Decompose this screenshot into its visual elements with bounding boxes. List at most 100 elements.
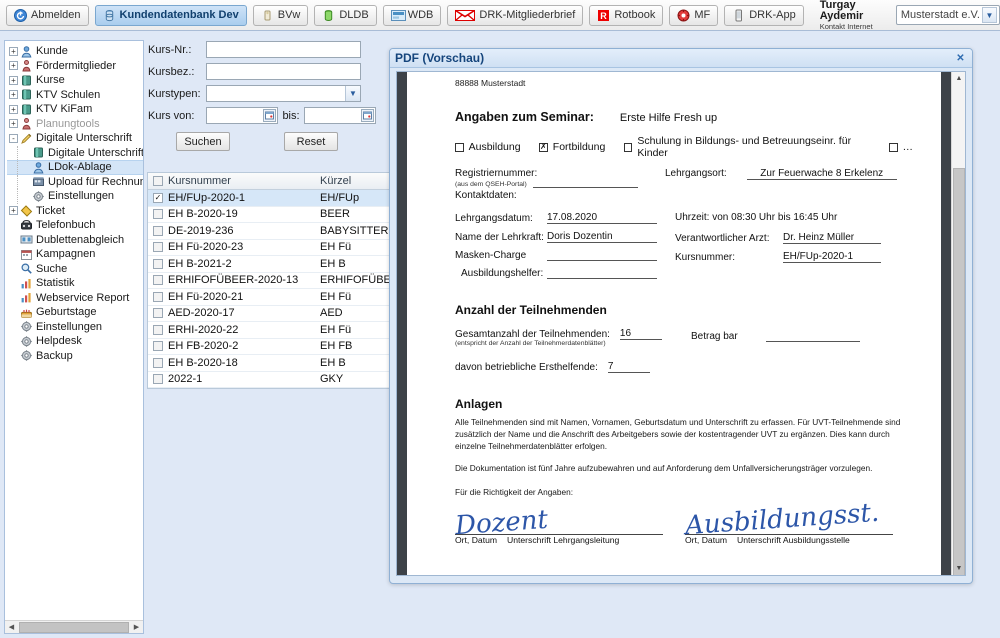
- calendar-icon[interactable]: [263, 109, 276, 122]
- tree-item-backup[interactable]: Backup: [7, 349, 143, 364]
- tree-item-webservice-report[interactable]: Webservice Report: [7, 291, 143, 306]
- toolbar-button-drk-app[interactable]: DRK-App: [724, 5, 803, 26]
- table-row[interactable]: DE-2019-236BABYSITTER: [148, 223, 395, 240]
- table-row[interactable]: EH B-2020-19BEER: [148, 207, 395, 224]
- tree-item-ldok-ablage[interactable]: LDok-Ablage: [7, 160, 143, 175]
- checkbox-ausbildung[interactable]: [455, 143, 464, 152]
- row-checkbox-cell[interactable]: [148, 358, 168, 368]
- toolbar-button-mf[interactable]: MF: [669, 5, 718, 26]
- row-checkbox[interactable]: [153, 209, 163, 219]
- row-checkbox-cell[interactable]: [148, 209, 168, 219]
- row-checkbox[interactable]: [153, 308, 163, 318]
- registriernummer-value[interactable]: [533, 179, 638, 188]
- collapse-toggle-icon[interactable]: -: [9, 134, 18, 143]
- table-row[interactable]: 2022-1GKY: [148, 372, 395, 389]
- betrag-value[interactable]: [766, 331, 860, 342]
- kurstypen-select[interactable]: ▼: [206, 85, 361, 102]
- grid-select-all-cell[interactable]: [148, 176, 168, 186]
- row-checkbox-cell[interactable]: ✓: [148, 193, 168, 203]
- checkbox-fortbildung[interactable]: ✗: [539, 143, 548, 152]
- kursnummer-value[interactable]: EH/FUp-2020-1: [783, 251, 881, 263]
- tree-item-telefonbuch[interactable]: Telefonbuch: [7, 218, 143, 233]
- calendar-icon[interactable]: [361, 109, 374, 122]
- lehrgangsort-value[interactable]: Zur Feuerwache 8 Erkelenz: [747, 168, 897, 180]
- tree-item-upload-f-r-rechnungen[interactable]: Upload für Rechnungen: [7, 175, 143, 190]
- tree-item-ktv-schulen[interactable]: +KTV Schulen: [7, 88, 143, 103]
- ausbildungshelfer-value[interactable]: [547, 268, 657, 279]
- expand-toggle-icon[interactable]: +: [9, 47, 18, 56]
- expand-toggle-icon[interactable]: +: [9, 206, 18, 215]
- table-row[interactable]: ✓EH/FUp-2020-1EH/FUp: [148, 190, 395, 207]
- row-checkbox-cell[interactable]: [148, 325, 168, 335]
- expand-toggle-icon[interactable]: +: [9, 90, 18, 99]
- tree-item-statistik[interactable]: Statistik: [7, 276, 143, 291]
- toolbar-button-bvw[interactable]: BVw: [253, 5, 309, 26]
- row-checkbox-cell[interactable]: [148, 341, 168, 351]
- tree-item-suche[interactable]: Suche: [7, 262, 143, 277]
- table-row[interactable]: EH B-2020-18EH B: [148, 355, 395, 372]
- pdf-vertical-scrollbar[interactable]: ▲ ▼: [951, 72, 965, 575]
- grid-column-kursnummer[interactable]: Kursnummer: [168, 175, 320, 187]
- tree-item-planungtools[interactable]: +Planungtools: [7, 117, 143, 132]
- toolbar-button-dldb[interactable]: DLDB: [314, 5, 376, 26]
- row-checkbox[interactable]: [153, 275, 163, 285]
- row-checkbox[interactable]: [153, 341, 163, 351]
- tree-item-einstellungen[interactable]: Einstellungen: [7, 189, 143, 204]
- row-checkbox[interactable]: [153, 292, 163, 302]
- row-checkbox[interactable]: [153, 226, 163, 236]
- tree-item-kunde[interactable]: +Kunde: [7, 44, 143, 59]
- reset-button[interactable]: Reset: [284, 132, 338, 151]
- toolbar-button-kundendatenbank[interactable]: Kundendatenbank Dev: [95, 5, 247, 26]
- scroll-thumb[interactable]: [953, 168, 965, 576]
- toolbar-button-wdb[interactable]: WDB: [383, 5, 442, 26]
- scroll-up-arrow[interactable]: ▲: [952, 72, 966, 85]
- tree-item-kampagnen[interactable]: Kampagnen: [7, 247, 143, 262]
- table-row[interactable]: ERHIFOFÜBEER-2020-13ERHIFOFÜBEER: [148, 273, 395, 290]
- tree-item-digitale-unterschrift[interactable]: -Digitale Unterschrift: [7, 131, 143, 146]
- arzt-value[interactable]: Dr. Heinz Müller: [783, 232, 881, 244]
- kursnr-input[interactable]: [206, 41, 361, 58]
- checkbox-other[interactable]: [889, 143, 898, 152]
- row-checkbox[interactable]: ✓: [153, 193, 163, 203]
- tree-item-kurse[interactable]: +Kurse: [7, 73, 143, 88]
- row-checkbox[interactable]: [153, 325, 163, 335]
- scroll-thumb[interactable]: [19, 622, 129, 633]
- tree-item-f-rdermitglieder[interactable]: +Fördermitglieder: [7, 59, 143, 74]
- pdf-window-titlebar[interactable]: PDF (Vorschau) ✕: [390, 49, 972, 68]
- close-icon[interactable]: ✕: [954, 52, 967, 65]
- expand-toggle-icon[interactable]: +: [9, 76, 18, 85]
- tree-item-einstellungen[interactable]: Einstellungen: [7, 320, 143, 335]
- row-checkbox-cell[interactable]: [148, 374, 168, 384]
- table-row[interactable]: AED-2020-17AED: [148, 306, 395, 323]
- table-row[interactable]: EH Fü-2020-21EH Fü: [148, 289, 395, 306]
- row-checkbox-cell[interactable]: [148, 242, 168, 252]
- tree-horizontal-scrollbar[interactable]: ◀ ▶: [5, 620, 143, 633]
- tree-item-helpdesk[interactable]: Helpdesk: [7, 334, 143, 349]
- table-row[interactable]: EH FB-2020-2EH FB: [148, 339, 395, 356]
- table-row[interactable]: EH B-2021-2EH B: [148, 256, 395, 273]
- tree-item-digitale-unterschrift[interactable]: Digitale Unterschrift: [7, 146, 143, 161]
- row-checkbox[interactable]: [153, 358, 163, 368]
- table-row[interactable]: ERHI-2020-22EH Fü: [148, 322, 395, 339]
- tree-item-geburtstage[interactable]: Geburtstage: [7, 305, 143, 320]
- toolbar-button-rotbook[interactable]: R Rotbook: [589, 5, 663, 26]
- row-checkbox[interactable]: [153, 242, 163, 252]
- toolbar-button-abmelden[interactable]: Abmelden: [6, 5, 89, 26]
- scroll-down-arrow[interactable]: ▼: [952, 562, 966, 575]
- kursvon-date-input[interactable]: [206, 107, 278, 124]
- search-button[interactable]: Suchen: [176, 132, 230, 151]
- select-all-checkbox[interactable]: [153, 176, 163, 186]
- row-checkbox-cell[interactable]: [148, 308, 168, 318]
- toolbar-button-drk-mitgliederbrief[interactable]: DRK-Mitgliederbrief: [447, 5, 583, 26]
- tree-item-dublettenabgleich[interactable]: Dublettenabgleich: [7, 233, 143, 248]
- row-checkbox[interactable]: [153, 374, 163, 384]
- grid-column-kuerzel[interactable]: Kürzel: [320, 175, 395, 187]
- tree-item-ktv-kifam[interactable]: +KTV KiFam: [7, 102, 143, 117]
- scroll-left-arrow[interactable]: ◀: [5, 623, 18, 631]
- expand-toggle-icon[interactable]: +: [9, 119, 18, 128]
- masken-value[interactable]: [547, 250, 657, 261]
- row-checkbox-cell[interactable]: [148, 259, 168, 269]
- lehrgangsdatum-value[interactable]: 17.08.2020: [547, 212, 657, 224]
- organization-select[interactable]: Musterstadt e.V. ▼: [896, 5, 1000, 25]
- gesamt-value[interactable]: 16: [620, 328, 662, 340]
